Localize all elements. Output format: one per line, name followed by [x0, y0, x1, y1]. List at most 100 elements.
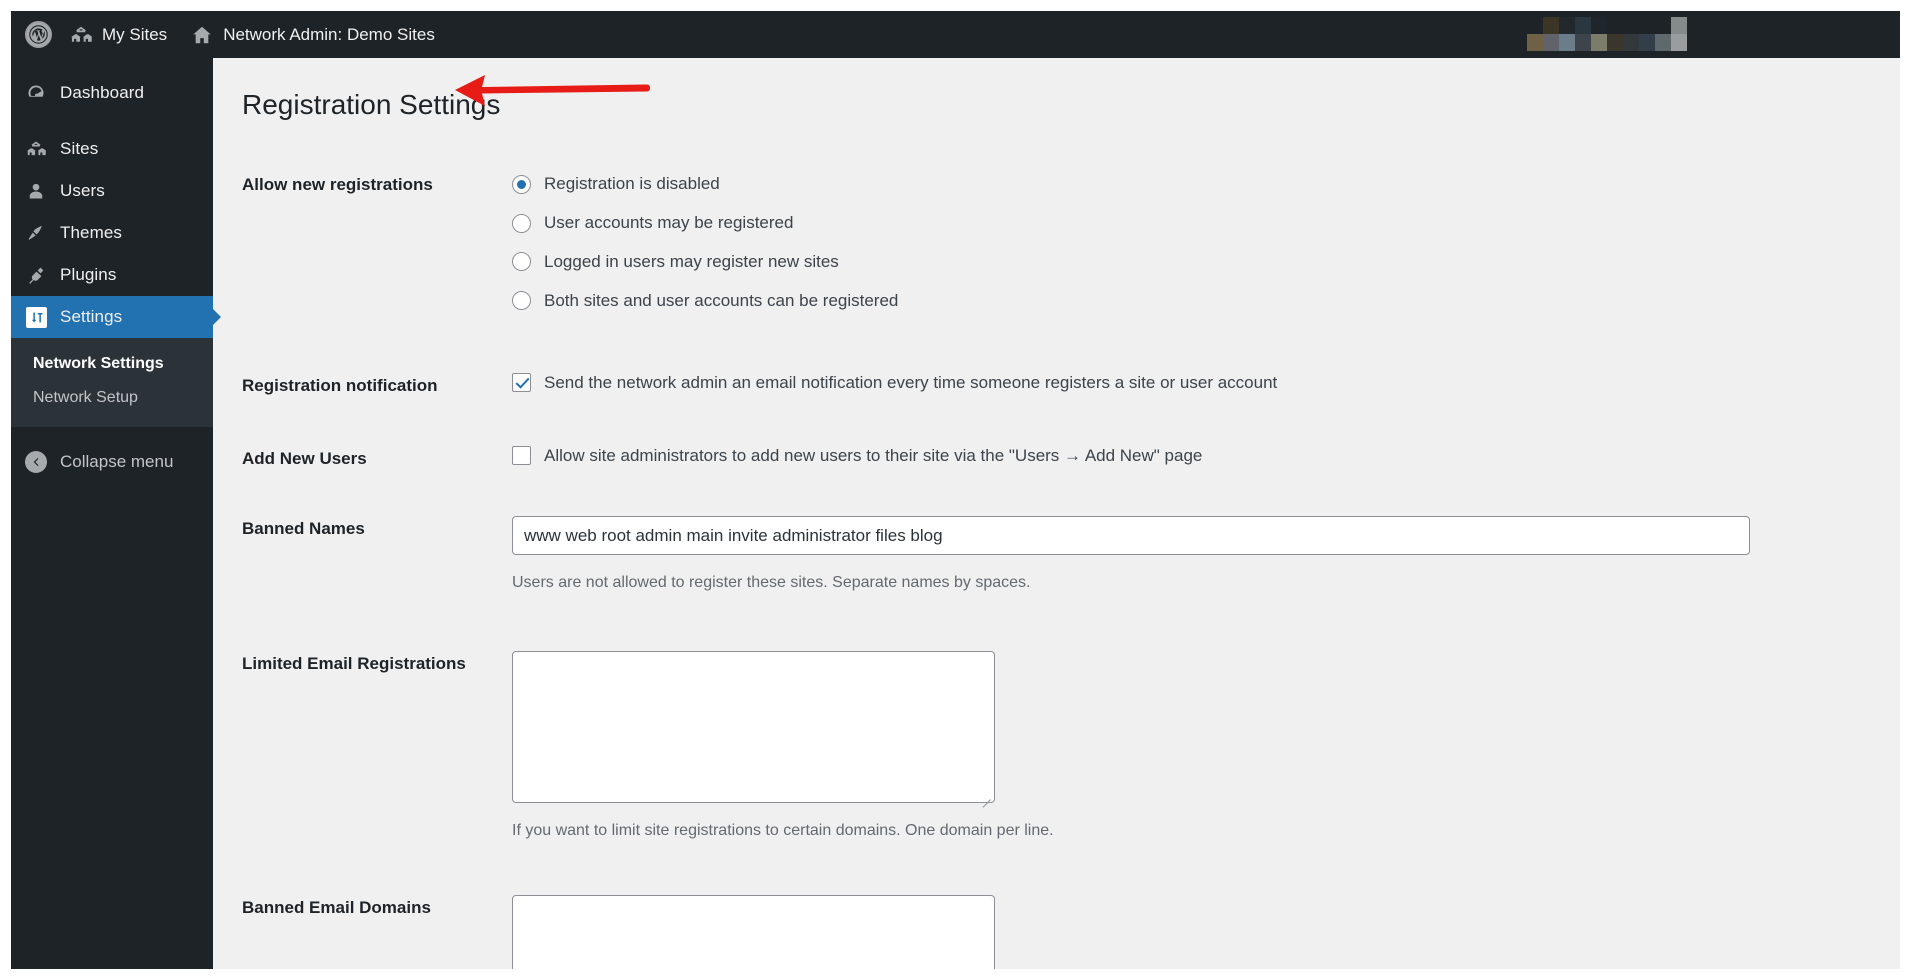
- redacted-pixel: [1607, 34, 1623, 51]
- field-row-banned-email-domains: Banned Email Domains: [242, 895, 1900, 969]
- field-label-banned-email-domains: Banned Email Domains: [242, 898, 431, 918]
- registration-settings-form: Allow new registrations Registration is …: [213, 172, 1900, 969]
- redacted-pixel: [1543, 34, 1559, 51]
- limited-email-registrations-textarea[interactable]: [512, 651, 995, 804]
- sidebar-item-label: Themes: [60, 223, 123, 242]
- checkbox-registration-notification[interactable]: Send the network admin an email notifica…: [512, 373, 1807, 393]
- sites-icon: [25, 139, 47, 159]
- home-icon: [191, 24, 213, 46]
- field-row-limited-email-registrations: Limited Email Registrations If you want …: [242, 651, 1900, 843]
- resize-grip-icon[interactable]: [981, 790, 992, 801]
- redacted-pixel: [1639, 17, 1655, 34]
- radio-option-label: Both sites and user accounts can be regi…: [544, 290, 899, 310]
- radio-option-label: Registration is disabled: [544, 174, 720, 194]
- network-admin-menu[interactable]: Network Admin: Demo Sites: [179, 11, 447, 58]
- chevron-left-icon: [25, 451, 47, 473]
- redacted-pixel: [1607, 17, 1623, 34]
- radio-group-allow-new-registrations: Registration is disabled User accounts m…: [512, 172, 1900, 312]
- radio-indicator[interactable]: [512, 291, 531, 311]
- collapse-menu-label: Collapse menu: [60, 452, 174, 471]
- menu-spacer: [11, 114, 213, 128]
- users-icon: [25, 181, 47, 201]
- redacted-pixel: [1639, 34, 1655, 51]
- checkbox-label: Allow site administrators to add new use…: [544, 445, 1203, 465]
- radio-option-both-sites-and-users[interactable]: Both sites and user accounts can be regi…: [512, 289, 1807, 313]
- radio-option-label: User accounts may be registered: [544, 213, 794, 233]
- wp-admin-bar: My Sites Network Admin: Demo Sites: [11, 11, 1900, 58]
- redacted-pixel: [1671, 17, 1687, 34]
- checkbox-add-new-users[interactable]: Allow site administrators to add new use…: [512, 446, 1807, 466]
- settings-submenu: Network Settings Network Setup: [11, 338, 213, 427]
- sidebar-item-dashboard[interactable]: Dashboard: [11, 72, 213, 114]
- redacted-pixel: [1527, 34, 1543, 51]
- radio-option-registration-disabled[interactable]: Registration is disabled: [512, 172, 1807, 196]
- submenu-item-label: Network Settings: [33, 355, 164, 372]
- sidebar-item-label: Users: [60, 181, 105, 200]
- sidebar-item-sites[interactable]: Sites: [11, 128, 213, 170]
- sidebar-item-plugins[interactable]: Plugins: [11, 254, 213, 296]
- page-title: Registration Settings: [242, 89, 501, 120]
- wordpress-logo-icon: [25, 21, 52, 48]
- field-label-registration-notification: Registration notification: [242, 375, 438, 395]
- my-sites-label: My Sites: [102, 25, 168, 44]
- field-label-allow-new-registrations: Allow new registrations: [242, 175, 433, 195]
- screenshot-frame: My Sites Network Admin: Demo Sites Dashb…: [0, 0, 1911, 980]
- checkbox-label: Send the network admin an email notifica…: [544, 372, 1278, 392]
- network-admin-label: Network Admin: Demo Sites: [223, 25, 435, 44]
- redacted-pixel: [1575, 17, 1591, 34]
- redacted-pixel: [1543, 17, 1559, 34]
- sidebar-item-users[interactable]: Users: [11, 170, 213, 212]
- browser-viewport: My Sites Network Admin: Demo Sites Dashb…: [11, 11, 1900, 969]
- plugins-icon: [25, 265, 47, 285]
- checkbox-indicator[interactable]: [512, 446, 531, 466]
- collapse-menu-button[interactable]: Collapse menu: [11, 441, 213, 483]
- field-row-allow-new-registrations: Allow new registrations Registration is …: [242, 172, 1900, 312]
- banned-names-input[interactable]: www web root admin main invite administr…: [512, 516, 1750, 556]
- redacted-pixel: [1575, 34, 1591, 51]
- admin-sidebar-menu: Dashboard Sites Users Themes Plugins Set…: [11, 58, 221, 969]
- field-row-banned-names: Banned Names www web root admin main inv…: [242, 516, 1900, 595]
- dashboard-icon: [25, 83, 47, 103]
- redacted-pixel: [1671, 34, 1687, 51]
- redacted-pixel: [1511, 34, 1527, 51]
- radio-indicator[interactable]: [512, 213, 531, 233]
- field-label-banned-names: Banned Names: [242, 519, 365, 539]
- wordpress-logo-menu[interactable]: [11, 11, 58, 58]
- redacted-pixel: [1655, 34, 1671, 51]
- redacted-pixel: [1655, 17, 1671, 34]
- my-sites-menu[interactable]: My Sites: [58, 11, 179, 58]
- redacted-pixel: [1623, 17, 1639, 34]
- radio-option-logged-in-users[interactable]: Logged in users may register new sites: [512, 250, 1807, 274]
- radio-option-user-accounts[interactable]: User accounts may be registered: [512, 211, 1807, 235]
- redacted-pixel: [1495, 34, 1511, 51]
- checkbox-indicator[interactable]: [512, 373, 531, 393]
- field-label-limited-email-registrations: Limited Email Registrations: [242, 654, 466, 674]
- radio-option-label: Logged in users may register new sites: [544, 251, 839, 271]
- redacted-pixel: [1495, 17, 1511, 34]
- redacted-pixel: [1511, 17, 1527, 34]
- sidebar-item-settings[interactable]: Settings: [11, 296, 221, 338]
- sidebar-item-themes[interactable]: Themes: [11, 212, 213, 254]
- redacted-pixel: [1591, 17, 1607, 34]
- themes-icon: [25, 223, 47, 243]
- sidebar-item-network-setup[interactable]: Network Setup: [11, 381, 213, 415]
- sidebar-item-network-settings[interactable]: Network Settings: [11, 347, 213, 381]
- sidebar-item-label: Plugins: [60, 265, 117, 284]
- redacted-pixel: [1527, 17, 1543, 34]
- redacted-pixel: [1623, 34, 1639, 51]
- redacted-pixel: [1591, 34, 1607, 51]
- main-content: Registration Settings Allow new registra…: [213, 58, 1900, 969]
- sidebar-item-label: Dashboard: [60, 83, 145, 102]
- redacted-pixel: [1559, 34, 1575, 51]
- submenu-item-label: Network Setup: [33, 389, 138, 406]
- settings-icon: [25, 306, 47, 328]
- redacted-account-menu[interactable]: [1495, 17, 1687, 52]
- banned-email-domains-textarea[interactable]: [512, 895, 995, 969]
- menu-top-spacer: [11, 58, 213, 72]
- sites-group-icon: [70, 24, 92, 46]
- radio-indicator[interactable]: [512, 174, 531, 194]
- sidebar-item-label: Sites: [60, 139, 99, 158]
- field-row-add-new-users: Add New Users Allow site administrators …: [242, 446, 1900, 471]
- radio-indicator[interactable]: [512, 252, 531, 272]
- banned-names-help-text: Users are not allowed to register these …: [512, 574, 1031, 592]
